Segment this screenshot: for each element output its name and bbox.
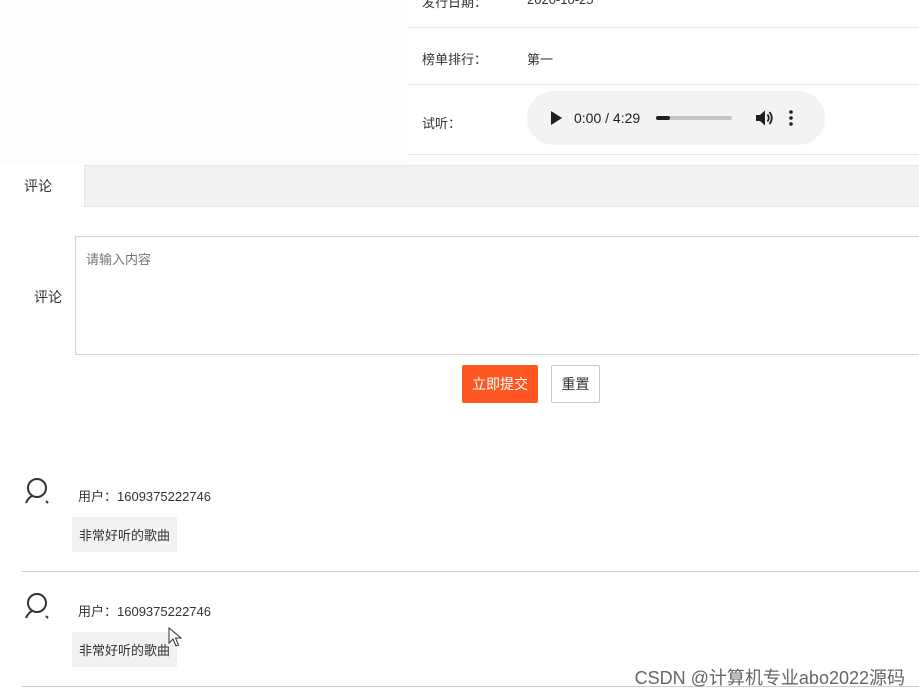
watermark: CSDN @计算机专业abo2022源码 xyxy=(634,668,905,688)
info-row-audio: 试听： 0:00 / 4:29 xyxy=(408,85,919,155)
cursor-icon xyxy=(168,626,183,647)
song-info-table: 发行日期： 2020-10-25 榜单排行： 第一 试听： 0:00 / 4:2… xyxy=(408,0,919,155)
audio-progress-fill xyxy=(656,116,670,120)
comment-text: 非常好听的歌曲 xyxy=(72,632,178,667)
comment-item: 用户：1609375222746 非常好听的歌曲 xyxy=(22,457,919,572)
submit-button[interactable]: 立即提交 xyxy=(462,365,538,403)
info-row-rank: 榜单排行： 第一 xyxy=(408,28,919,85)
audio-label: 试听： xyxy=(422,116,462,131)
user-icon xyxy=(22,592,52,622)
release-date-value: 2020-10-25 xyxy=(527,0,594,7)
comment-user: 用户：1609375222746 xyxy=(78,489,211,504)
release-date-label: 发行日期： xyxy=(422,0,488,10)
comment-input[interactable] xyxy=(75,236,919,355)
comment-list: 用户：1609375222746 非常好听的歌曲 用户：160937522274… xyxy=(22,457,919,687)
tab-bar: 评论 xyxy=(0,165,919,207)
audio-progress-slider[interactable] xyxy=(656,116,733,120)
audio-player: 0:00 / 4:29 xyxy=(527,91,825,145)
comment-text: 非常好听的歌曲 xyxy=(72,517,178,552)
tab-comments[interactable]: 评论 xyxy=(0,165,85,207)
left-blank-area xyxy=(0,0,408,166)
rank-value: 第一 xyxy=(527,52,554,67)
more-vert-icon[interactable] xyxy=(785,107,797,129)
reset-button[interactable]: 重置 xyxy=(551,365,600,403)
user-icon xyxy=(22,477,52,507)
comment-field-label: 评论 xyxy=(34,289,62,305)
comment-user: 用户：1609375222746 xyxy=(78,604,211,619)
audio-time-display: 0:00 / 4:29 xyxy=(574,110,641,126)
info-row-release-date: 发行日期： 2020-10-25 xyxy=(408,0,919,28)
rank-label: 榜单排行： xyxy=(422,52,488,67)
play-icon[interactable] xyxy=(543,105,569,131)
volume-icon[interactable] xyxy=(754,107,776,129)
